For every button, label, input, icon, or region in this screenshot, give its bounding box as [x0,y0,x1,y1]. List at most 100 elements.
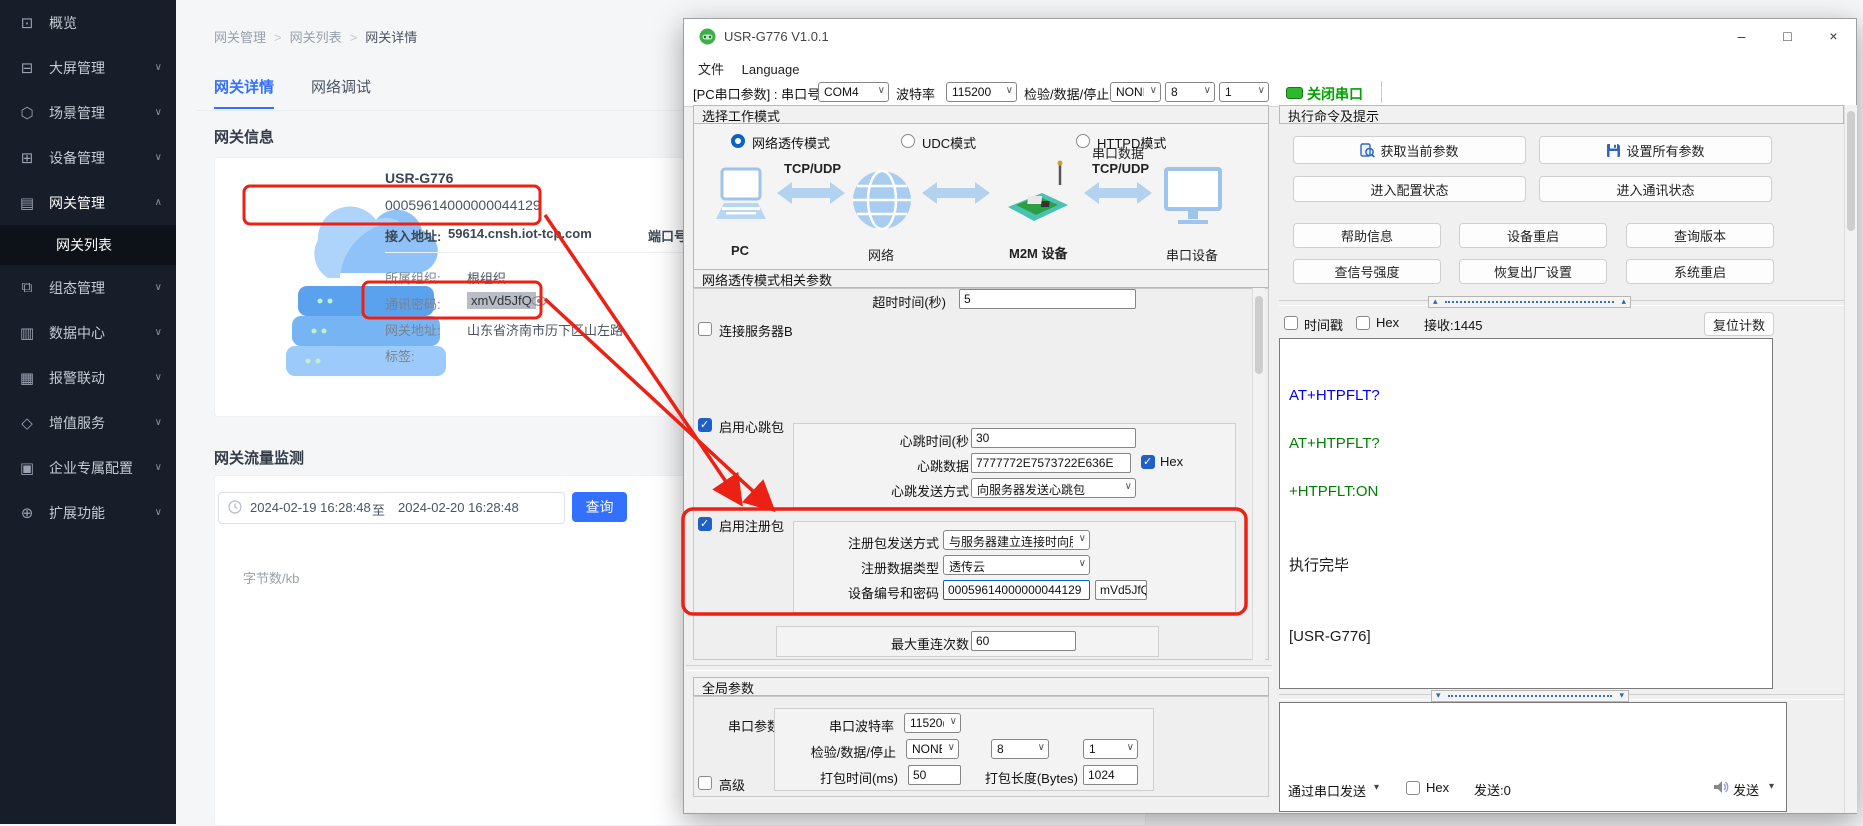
sidebar-item-scene[interactable]: ⬡ 场景管理 ∨ [0,90,176,135]
menu-language[interactable]: Language [742,62,800,77]
device-id-input[interactable]: 00059614000000044129 [943,580,1090,600]
heartbeat-data-input[interactable]: 7777772E7573722E636E [971,453,1131,473]
receive-log-area[interactable]: AT+HTPFLT? AT+HTPFLT? +HTPFLT:ON 执行完毕 [U… [1279,338,1773,689]
pc-label: PC [731,243,749,258]
global-baud-select[interactable]: 11520(∨ [904,713,961,733]
triangle-up-icon: ▴ [1621,296,1626,307]
pack-length-input[interactable]: 1024 [1083,765,1138,785]
baud-label: 波特率 [896,84,935,103]
sidebar-item-screen[interactable]: ⊟ 大屏管理 ∨ [0,45,176,90]
send-hex-checkbox[interactable] [1406,781,1420,795]
tab-network-debug[interactable]: 网络调试 [311,76,371,97]
close-serial-button[interactable]: 关闭串口 [1307,84,1363,104]
com-port-select[interactable]: COM4∨ [818,82,889,102]
tab-gateway-detail[interactable]: 网关详情 [214,76,274,109]
device-restart-label: 设备重启 [1507,226,1559,245]
sidebar-item-extension[interactable]: ⊕ 扩展功能 ∨ [0,490,176,535]
minimize-button[interactable]: – [1719,19,1764,54]
global-stopbits-select[interactable]: 1∨ [1083,739,1138,759]
send-via-serial-dropdown[interactable]: 通过串口发送 [1288,781,1366,800]
baud-value: 115200 [952,85,1000,99]
sidebar-label: 大屏管理 [49,58,155,78]
signal-strength-label: 查信号强度 [1334,262,1399,281]
stopbits-select[interactable]: 1∨ [1219,82,1269,102]
enable-registration-checkbox[interactable] [698,517,712,531]
recv-hex-checkbox[interactable] [1356,316,1370,330]
chevron-down-icon: ∨ [1258,85,1265,96]
send-count: 发送:0 [1474,780,1511,799]
global-stopbits-value: 1 [1089,742,1121,756]
sidebar-subitem-gateway-list[interactable]: 网关列表 [0,225,176,265]
radio-udc-mode[interactable] [901,134,915,148]
sidebar-item-device[interactable]: ⊞ 设备管理 ∨ [0,135,176,180]
date-to[interactable]: 2024-02-20 16:28:48 [398,500,519,515]
send-button[interactable]: 发送 [1733,780,1759,799]
eye-icon[interactable] [531,294,547,308]
sidebar-item-overview[interactable]: ⊡ 概览 [0,0,176,45]
databits-select[interactable]: 8∨ [1165,82,1215,102]
timeout-input[interactable]: 5 [959,289,1136,309]
reg-send-mode-select[interactable]: 与服务器建立连接时向服务∨ [943,530,1090,550]
sidebar-item-gateway[interactable]: ▤ 网关管理 ∧ [0,180,176,225]
speaker-icon [1712,778,1730,796]
params-scrollbar[interactable] [1252,288,1265,660]
radio-net-passthrough[interactable] [731,134,745,148]
chevron-down-icon: ∨ [1038,742,1045,753]
reconnect-input[interactable]: 60 [971,631,1076,651]
connect-server-b-checkbox[interactable] [698,322,712,336]
triangle-down-icon: ▾ [1619,690,1624,701]
close-button[interactable]: × [1811,19,1856,54]
sidebar-item-alarm[interactable]: ▦ 报警联动 ∨ [0,355,176,400]
query-button[interactable]: 查询 [572,492,627,522]
baud-select[interactable]: 115200∨ [946,82,1017,102]
vas-icon: ◇ [18,414,36,432]
enter-comm-state-button[interactable]: 进入通讯状态 [1539,176,1772,202]
magnifier-doc-icon [1360,143,1375,158]
window-titlebar[interactable]: USR-G776 V1.0.1 – □ × [684,19,1856,55]
heartbeat-time-input[interactable]: 30 [971,428,1136,448]
double-arrow-icon [922,181,990,205]
help-info-button[interactable]: 帮助信息 [1293,223,1441,248]
network-label: 网络 [868,245,894,264]
log-splitter-handle[interactable]: ▴ ▴ [1428,296,1631,308]
window-title: USR-G776 V1.0.1 [724,29,829,44]
breadcrumb-gateway-mgmt[interactable]: 网关管理 [214,30,266,45]
factory-reset-button[interactable]: 恢复出厂设置 [1459,259,1607,284]
sidebar-label: 报警联动 [49,368,155,388]
sidebar-item-config[interactable]: ⧉ 组态管理 ∨ [0,265,176,310]
heartbeat-mode-select[interactable]: 向服务器发送心跳包∨ [971,478,1136,498]
menu-file[interactable]: 文件 [698,59,724,78]
global-parity-select[interactable]: NONE∨ [906,739,959,759]
window-scrollbar-thumb[interactable] [1847,111,1855,231]
device-restart-button[interactable]: 设备重启 [1459,223,1607,248]
global-databits-select[interactable]: 8∨ [991,739,1049,759]
device-password-input[interactable]: mVd5JfQ [1095,580,1147,600]
pane-splitter[interactable] [686,665,1272,671]
sidebar-item-datacenter[interactable]: ▥ 数据中心 ∨ [0,310,176,355]
window-scrollbar[interactable] [1844,105,1857,813]
reg-data-type-select[interactable]: 透传云∨ [943,555,1090,575]
set-all-params-button[interactable]: 设置所有参数 [1539,136,1772,164]
radio-httpd-mode[interactable] [1076,134,1090,148]
usr-g776-window: USR-G776 V1.0.1 – □ × 文件 Language [PC串口参… [683,18,1857,814]
maximize-button[interactable]: □ [1765,19,1810,54]
advanced-checkbox[interactable] [698,776,712,790]
log-line: AT+HTPFLT? [1289,387,1380,404]
sidebar-item-vas[interactable]: ◇ 增值服务 ∨ [0,400,176,445]
get-params-button[interactable]: 获取当前参数 [1293,136,1526,164]
breadcrumb-gateway-list[interactable]: 网关列表 [290,30,342,45]
sidebar-item-enterprise[interactable]: ▣ 企业专属配置 ∨ [0,445,176,490]
reset-counter-button[interactable]: 复位计数 [1704,312,1774,336]
params-scrollbar-thumb[interactable] [1255,296,1263,374]
query-version-button[interactable]: 查询版本 [1626,223,1774,248]
heartbeat-hex-checkbox[interactable] [1141,455,1155,469]
send-splitter-handle[interactable]: ▾ ▾ [1431,690,1629,702]
timestamp-label: 时间戳 [1304,315,1343,334]
enter-config-state-button[interactable]: 进入配置状态 [1293,176,1526,202]
timestamp-checkbox[interactable] [1284,316,1298,330]
enable-heartbeat-checkbox[interactable] [698,418,712,432]
signal-strength-button[interactable]: 查信号强度 [1293,259,1441,284]
parity-select[interactable]: NONI∨ [1110,82,1161,102]
date-from[interactable]: 2024-02-19 16:28:48 [250,500,371,515]
system-restart-button[interactable]: 系统重启 [1626,259,1774,284]
